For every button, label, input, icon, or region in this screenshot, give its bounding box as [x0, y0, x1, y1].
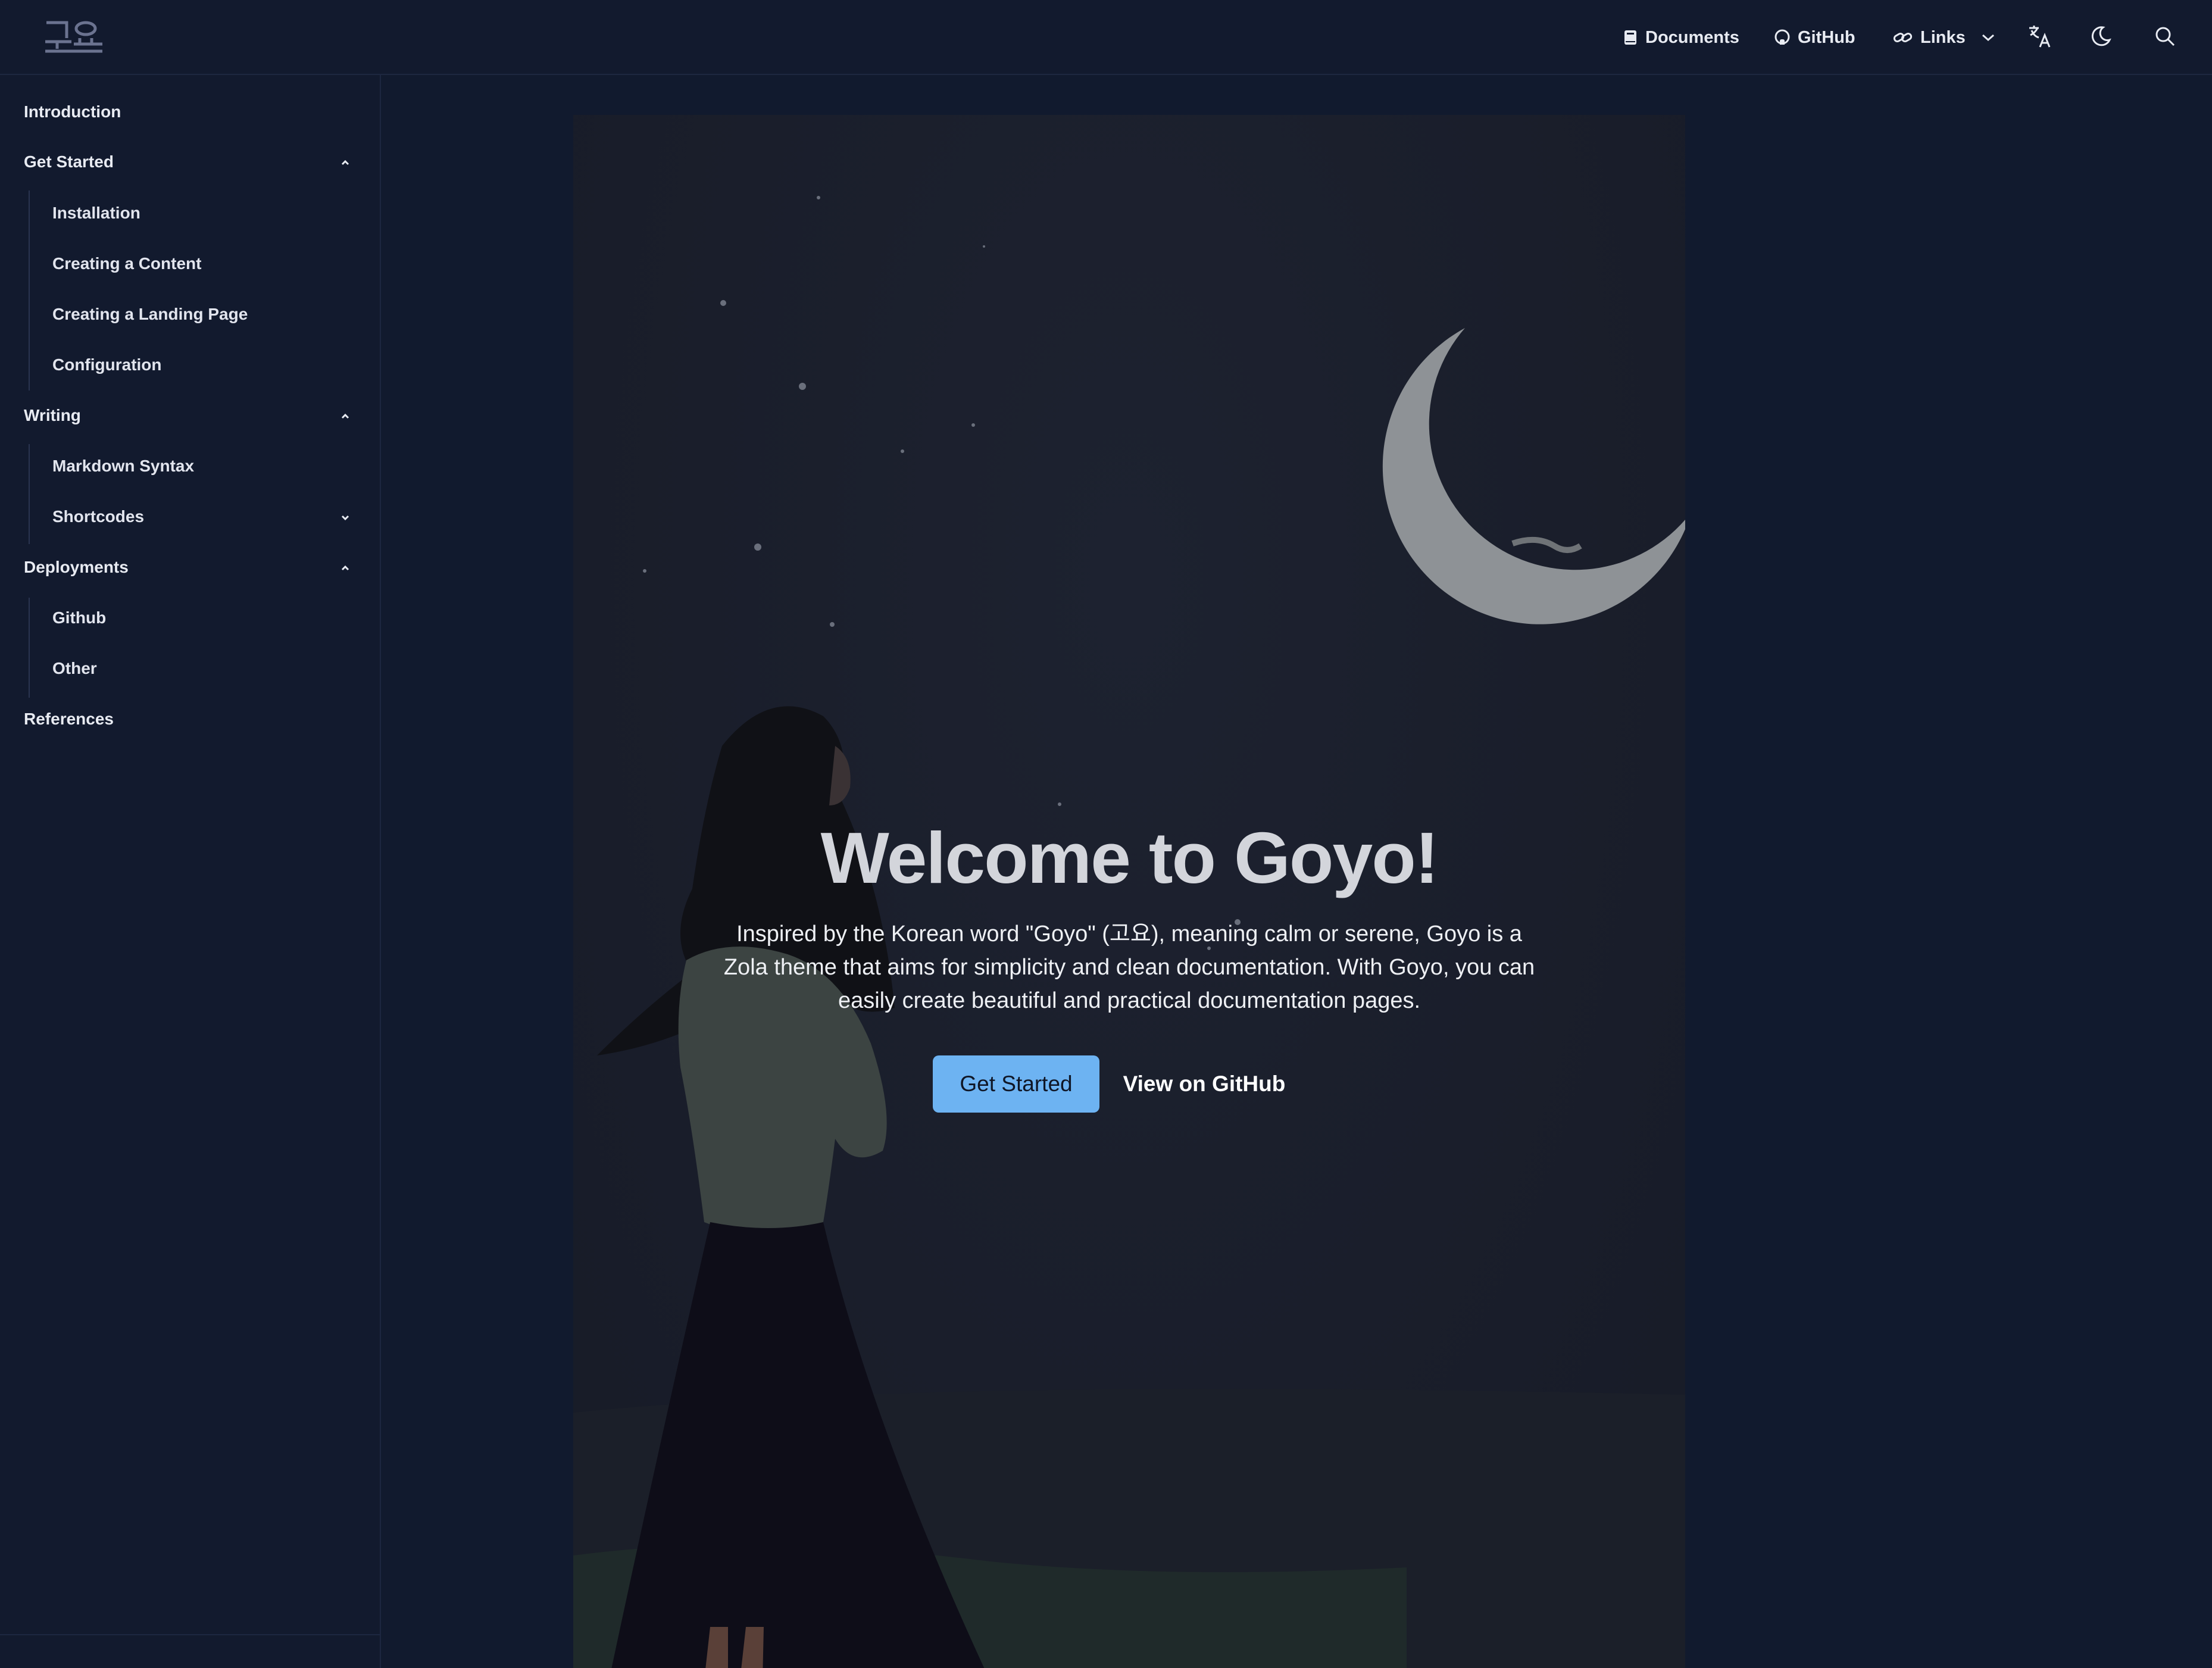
- sidebar-item-label: Get Started: [24, 152, 114, 171]
- view-on-github-button[interactable]: View on GitHub: [1121, 1055, 1288, 1113]
- sidebar-item-installation[interactable]: Installation: [52, 195, 367, 231]
- sidebar-guide-get-started: [29, 190, 30, 391]
- nav-documents-label: Documents: [1645, 27, 1739, 47]
- top-navbar: Documents GitHub Links: [0, 0, 2212, 75]
- site-logo[interactable]: [43, 18, 105, 55]
- sidebar-guide-writing: [29, 444, 30, 544]
- sidebar-item-github[interactable]: Github: [52, 600, 367, 636]
- theme-toggle-button[interactable]: [2087, 24, 2114, 51]
- sidebar-item-label: Github: [52, 608, 107, 627]
- nav-links-dropdown[interactable]: Links: [1893, 0, 1995, 75]
- nav-documents-link[interactable]: Documents: [1623, 0, 1739, 75]
- sidebar-guide-deployments: [29, 598, 30, 698]
- book-icon: [1623, 29, 1638, 46]
- sidebar-item-label: References: [24, 710, 114, 728]
- sidebar-item-other[interactable]: Other: [52, 651, 367, 686]
- sidebar-item-creating-content[interactable]: Creating a Content: [52, 246, 367, 282]
- translate-icon: [2027, 23, 2053, 52]
- sidebar-item-references[interactable]: References: [24, 701, 367, 737]
- chevron-up-icon: [338, 560, 352, 574]
- chevron-down-icon: [1981, 33, 1995, 42]
- sidebar-item-label: Other: [52, 659, 97, 677]
- sidebar-item-creating-landing-page[interactable]: Creating a Landing Page: [52, 296, 367, 332]
- sidebar-item-label: Creating a Content: [52, 254, 202, 273]
- sidebar-item-label: Installation: [52, 204, 140, 222]
- sidebar: Introduction Get Started Installation Cr…: [0, 75, 381, 1668]
- sidebar-item-introduction[interactable]: Introduction: [24, 94, 367, 130]
- get-started-button[interactable]: Get Started: [933, 1055, 1099, 1113]
- chevron-down-icon: [338, 510, 352, 524]
- nav-links-label: Links: [1920, 27, 1966, 47]
- hero-title: Welcome to Goyo!: [820, 817, 1439, 898]
- sidebar-item-writing[interactable]: Writing: [24, 398, 367, 433]
- chevron-up-icon: [338, 408, 352, 423]
- sidebar-item-markdown-syntax[interactable]: Markdown Syntax: [52, 448, 367, 484]
- sidebar-item-label: Deployments: [24, 558, 129, 576]
- sidebar-item-label: Introduction: [24, 102, 121, 121]
- sidebar-item-label: Configuration: [52, 355, 162, 374]
- nav-github-link[interactable]: GitHub: [1774, 0, 1855, 75]
- moon-icon: [2089, 24, 2113, 51]
- sidebar-item-label: Creating a Landing Page: [52, 305, 248, 323]
- logo-icon: [45, 21, 102, 53]
- sidebar-item-deployments[interactable]: Deployments: [24, 549, 367, 585]
- sidebar-item-label: Writing: [24, 406, 81, 424]
- sidebar-footer-divider: [0, 1634, 381, 1635]
- hero-description: Inspired by the Korean word "Goyo" (고요),…: [723, 922, 1535, 1013]
- search-button[interactable]: [2151, 24, 2179, 51]
- sidebar-item-configuration[interactable]: Configuration: [52, 347, 367, 383]
- chevron-up-icon: [338, 155, 352, 169]
- nav-github-label: GitHub: [1798, 27, 1855, 47]
- sidebar-item-shortcodes[interactable]: Shortcodes: [52, 499, 367, 535]
- github-icon: [1774, 29, 1791, 46]
- link-icon: [1893, 29, 1913, 46]
- search-icon: [2153, 24, 2177, 51]
- translate-button[interactable]: [2026, 24, 2054, 51]
- sidebar-item-label: Shortcodes: [52, 507, 145, 526]
- sidebar-item-get-started[interactable]: Get Started: [24, 144, 367, 180]
- sidebar-item-label: Markdown Syntax: [52, 457, 195, 475]
- hero-section: Welcome to Goyo! Inspired by the Korean …: [573, 115, 1685, 1668]
